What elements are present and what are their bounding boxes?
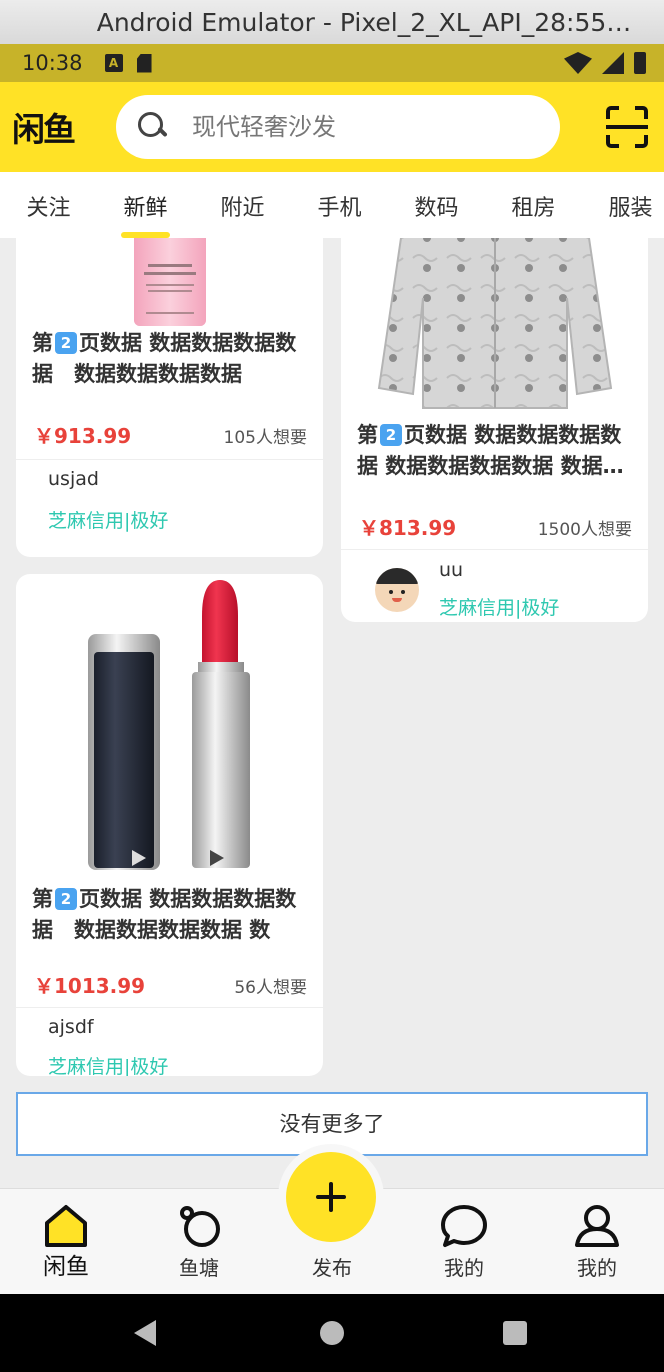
seller-info[interactable]: ajsdf 芝麻信用|极好 [16, 1007, 323, 1076]
product-card[interactable]: 第2页数据 数据数据数据数据 数据数据数据数据 数据… ￥1013.99 56人… [16, 574, 323, 1076]
category-tabs: 关注 新鲜 附近 手机 数码 租房 服装 [0, 172, 664, 238]
want-count: 1500人想要 [537, 520, 632, 540]
app-logo: 闲鱼 [12, 110, 76, 149]
product-title: 第2页数据 数据数据数据数据 数据数据数据数据 数据… [357, 423, 624, 478]
product-image-jacket [341, 238, 648, 412]
sd-card-icon [136, 53, 152, 73]
system-nav-bar [0, 1294, 664, 1372]
want-count: 56人想要 [234, 978, 307, 998]
product-price: ￥813.99 [359, 516, 457, 540]
credit-rating: 芝麻信用|极好 [48, 510, 169, 532]
product-card[interactable]: 第 2 页数据 数据数据数据数据 数据数据数据数据 数据… ￥813.99 1500… [341, 238, 648, 622]
recents-icon[interactable] [503, 1321, 527, 1345]
wifi-icon [564, 52, 592, 74]
product-feed[interactable]: 第 2 页数据 数据数据数据数据 数据数据数据数据 ￥913.99 105人想要 u… [0, 238, 664, 1188]
tab-follow[interactable]: 关注 [0, 172, 97, 238]
nav-profile[interactable]: 我的 [547, 1189, 647, 1295]
page-number-badge: 2 [55, 888, 77, 910]
scan-icon[interactable] [606, 106, 648, 148]
product-price: ￥1013.99 [34, 974, 146, 998]
credit-rating: 芝麻信用|极好 [48, 1056, 169, 1076]
seller-name: usjad [48, 468, 99, 490]
no-more-indicator: 没有更多了 [16, 1092, 648, 1156]
product-image-toner [16, 238, 323, 328]
page-number-badge: 2 [55, 332, 77, 354]
emulator-title-bar: Android Emulator - Pixel_2_XL_API_28:55… [0, 0, 664, 44]
tab-nearby[interactable]: 附近 [194, 172, 291, 238]
product-card[interactable]: 第 2 页数据 数据数据数据数据 数据数据数据数据 ￥913.99 105人想要 u… [16, 238, 323, 557]
seller-name: ajsdf [48, 1016, 94, 1038]
credit-rating: 芝麻信用|极好 [439, 597, 560, 619]
nav-messages[interactable]: 我的 [414, 1189, 514, 1295]
seller-avatar [375, 567, 419, 612]
seller-name: uu [439, 559, 464, 581]
product-title: 第2页数据 数据数据数据数据 数据数据数据数据 数据… [32, 887, 297, 942]
battery-icon [634, 52, 646, 74]
tab-phones[interactable]: 手机 [291, 172, 388, 238]
want-count: 105人想要 [223, 428, 307, 448]
tab-fresh[interactable]: 新鲜 [97, 172, 194, 238]
plus-icon [316, 1182, 346, 1212]
cellular-signal-icon [602, 52, 624, 74]
tab-rental[interactable]: 租房 [485, 172, 582, 238]
app-header: 闲鱼 [0, 82, 664, 172]
user-icon [575, 1205, 619, 1247]
home-icon [45, 1205, 87, 1247]
pond-icon [180, 1206, 220, 1247]
seller-info[interactable]: usjad 芝麻信用|极好 [16, 459, 323, 541]
search-input[interactable] [192, 113, 532, 141]
search-bar[interactable] [116, 95, 560, 159]
nav-home[interactable]: 闲鱼 [16, 1189, 116, 1295]
search-icon [138, 112, 168, 142]
publish-button[interactable] [286, 1152, 376, 1242]
product-title: 第 2 页数据 数据数据数据数据 数据数据数据数据 [32, 331, 297, 386]
status-bar: 10:38 A [0, 44, 664, 82]
nav-pond[interactable]: 鱼塘 [149, 1189, 249, 1295]
tab-clothing[interactable]: 服装 [582, 172, 664, 238]
notification-icon: A [104, 54, 123, 72]
status-time: 10:38 [22, 51, 83, 75]
seller-info[interactable]: uu 芝麻信用|极好 [341, 549, 648, 622]
tab-digital[interactable]: 数码 [388, 172, 485, 238]
window-title: Android Emulator - Pixel_2_XL_API_28:55… [96, 7, 632, 37]
page-number-badge: 2 [380, 424, 402, 446]
product-price: ￥913.99 [34, 424, 132, 448]
home-button-icon[interactable] [320, 1321, 344, 1345]
product-image-lipstick [16, 574, 323, 874]
back-icon[interactable] [134, 1320, 156, 1346]
message-icon [441, 1205, 487, 1247]
